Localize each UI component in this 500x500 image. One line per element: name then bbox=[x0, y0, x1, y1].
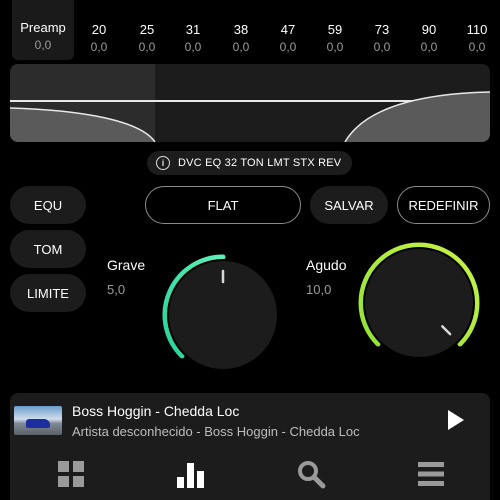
play-icon[interactable] bbox=[448, 410, 464, 430]
treble-knob-value: 10,0 bbox=[306, 282, 332, 297]
band-freq: 59 bbox=[327, 22, 343, 37]
album-art bbox=[14, 406, 62, 435]
band-freq: 25 bbox=[139, 22, 155, 37]
save-button-label: SALVAR bbox=[324, 197, 374, 213]
now-playing-bar[interactable]: Boss Hoggin - Chedda Loc Artista desconh… bbox=[10, 393, 490, 449]
menu-icon[interactable] bbox=[416, 459, 446, 489]
track-title: Boss Hoggin - Chedda Loc bbox=[72, 403, 240, 419]
bottom-nav bbox=[10, 449, 490, 500]
band-value: 0,0 bbox=[326, 40, 344, 54]
band-73[interactable]: 73 0,0 bbox=[359, 0, 405, 60]
track-artist: Artista desconhecido - Boss Hoggin - Che… bbox=[72, 424, 360, 439]
band-value: 0,0 bbox=[90, 40, 108, 54]
treble-knob-body[interactable] bbox=[363, 247, 475, 359]
band-freq: 38 bbox=[233, 22, 249, 37]
flat-button-label: FLAT bbox=[207, 197, 239, 213]
band-90[interactable]: 90 0,0 bbox=[406, 0, 452, 60]
band-value: 0,0 bbox=[138, 40, 156, 54]
tab-tom[interactable]: TOM bbox=[10, 230, 86, 268]
equalizer-icon[interactable] bbox=[176, 459, 206, 489]
band-freq: 90 bbox=[421, 22, 437, 37]
tab-limite-label: LIMITE bbox=[27, 285, 69, 301]
effects-status-text: DVC EQ 32 TON LMT STX REV bbox=[178, 157, 342, 169]
eq-curve-display[interactable] bbox=[10, 64, 490, 142]
tab-equ[interactable]: EQU bbox=[10, 186, 86, 224]
band-25[interactable]: 25 0,0 bbox=[124, 0, 170, 60]
effects-status-pill[interactable]: i DVC EQ 32 TON LMT STX REV bbox=[147, 151, 352, 175]
band-freq: 73 bbox=[374, 22, 390, 37]
band-freq: 47 bbox=[280, 22, 296, 37]
band-value: 0,0 bbox=[232, 40, 250, 54]
preamp-band[interactable]: Preamp 0,0 bbox=[12, 0, 74, 60]
flat-button[interactable]: FLAT bbox=[145, 186, 301, 224]
tab-limite[interactable]: LIMITE bbox=[10, 274, 86, 312]
band-freq: 20 bbox=[91, 22, 107, 37]
info-icon: i bbox=[156, 156, 170, 170]
band-value: 0,0 bbox=[184, 40, 202, 54]
preamp-label: Preamp bbox=[20, 20, 66, 35]
band-20[interactable]: 20 0,0 bbox=[76, 0, 122, 60]
bass-knob-label: Grave bbox=[107, 257, 146, 273]
search-icon[interactable] bbox=[296, 459, 326, 489]
band-value: 0,0 bbox=[420, 40, 438, 54]
band-row: Preamp 0,0 20 0,0 25 0,0 31 0,0 38 0,0 4… bbox=[0, 0, 500, 60]
band-freq: 110 bbox=[466, 22, 488, 37]
band-38[interactable]: 38 0,0 bbox=[218, 0, 264, 60]
save-button[interactable]: SALVAR bbox=[310, 186, 388, 224]
reset-button-label: REDEFINIR bbox=[408, 197, 479, 213]
grid-icon[interactable] bbox=[56, 459, 86, 489]
treble-knob-label: Agudo bbox=[306, 257, 347, 273]
band-value: 0,0 bbox=[373, 40, 391, 54]
band-value: 0,0 bbox=[468, 40, 486, 54]
band-59[interactable]: 59 0,0 bbox=[312, 0, 358, 60]
band-freq: 31 bbox=[185, 22, 201, 37]
preamp-value: 0,0 bbox=[34, 38, 52, 52]
band-110[interactable]: 110 0,0 bbox=[454, 0, 500, 60]
bass-knob-value: 5,0 bbox=[107, 282, 126, 297]
tab-equ-label: EQU bbox=[33, 197, 63, 213]
band-47[interactable]: 47 0,0 bbox=[265, 0, 311, 60]
tab-tom-label: TOM bbox=[33, 241, 63, 257]
band-31[interactable]: 31 0,0 bbox=[170, 0, 216, 60]
band-value: 0,0 bbox=[279, 40, 297, 54]
reset-button[interactable]: REDEFINIR bbox=[397, 186, 490, 224]
